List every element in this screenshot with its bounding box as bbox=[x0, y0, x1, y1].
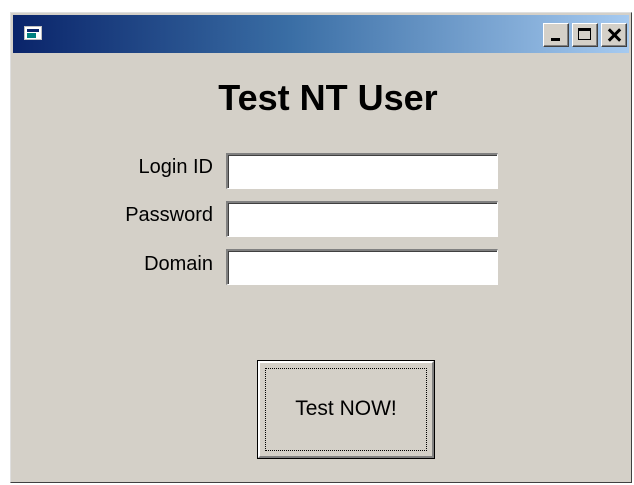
minimize-button[interactable] bbox=[543, 23, 569, 47]
app-window: Test NT User Login ID Password Domain Te… bbox=[10, 12, 632, 483]
minimize-icon bbox=[551, 38, 560, 41]
login-id-input[interactable] bbox=[226, 153, 498, 189]
password-input[interactable] bbox=[226, 201, 498, 237]
login-id-label: Login ID bbox=[138, 156, 214, 178]
test-now-button[interactable]: Test NOW! bbox=[257, 360, 435, 459]
form-window-icon[interactable] bbox=[24, 26, 42, 40]
form-title: Test NT User bbox=[218, 77, 438, 118]
maximize-button[interactable] bbox=[572, 23, 598, 47]
test-now-label: Test NOW! bbox=[295, 397, 397, 420]
password-label: Password bbox=[125, 204, 213, 226]
domain-label: Domain bbox=[144, 253, 213, 275]
domain-input[interactable] bbox=[226, 249, 498, 285]
maximize-icon bbox=[578, 28, 591, 40]
close-icon bbox=[602, 24, 626, 46]
close-button[interactable] bbox=[601, 23, 627, 47]
title-bar[interactable] bbox=[13, 15, 629, 53]
